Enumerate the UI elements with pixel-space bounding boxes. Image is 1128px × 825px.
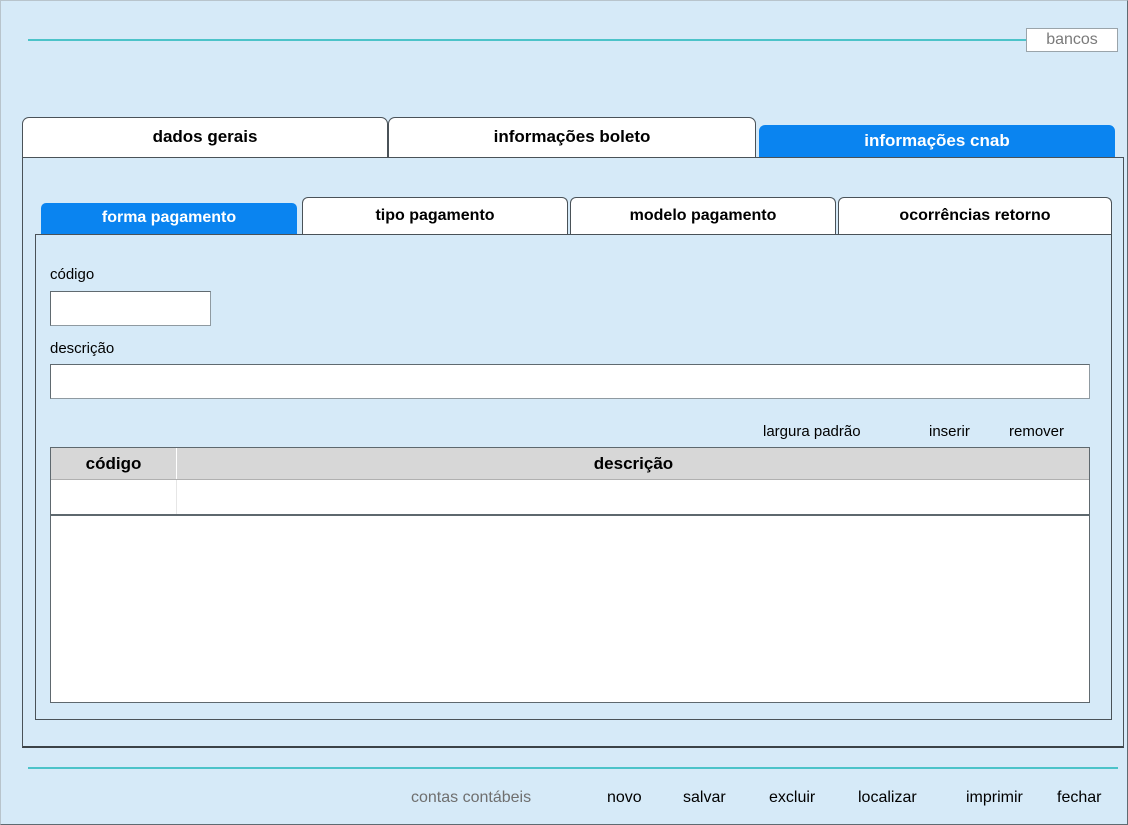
standard-width-link[interactable]: largura padrão bbox=[763, 423, 861, 440]
descricao-label: descrição bbox=[50, 340, 115, 357]
novo-button[interactable]: novo bbox=[607, 789, 642, 807]
tab-informacoes-cnab[interactable]: informações cnab bbox=[758, 124, 1116, 158]
tab-dados-gerais[interactable]: dados gerais bbox=[22, 117, 388, 158]
grid-header: código descrição bbox=[51, 448, 1089, 480]
localizar-button[interactable]: localizar bbox=[858, 789, 917, 807]
fechar-button[interactable]: fechar bbox=[1057, 789, 1101, 807]
codigo-label: código bbox=[50, 266, 95, 283]
subtab-modelo-pagamento[interactable]: modelo pagamento bbox=[570, 197, 836, 235]
tab-informacoes-boleto[interactable]: informações boleto bbox=[388, 117, 756, 158]
contas-contabeis-button[interactable]: contas contábeis bbox=[411, 789, 531, 807]
module-title-badge: bancos bbox=[1026, 28, 1118, 52]
subtab-ocorrencias-retorno[interactable]: ocorrências retorno bbox=[838, 197, 1112, 235]
remove-row-link[interactable]: remover bbox=[1009, 423, 1064, 440]
insert-row-link[interactable]: inserir bbox=[929, 423, 970, 440]
descricao-field[interactable] bbox=[50, 364, 1090, 399]
excluir-button[interactable]: excluir bbox=[769, 789, 815, 807]
column-header-descricao[interactable]: descrição bbox=[178, 448, 1089, 479]
imprimir-button[interactable]: imprimir bbox=[966, 789, 1023, 807]
codigo-field[interactable] bbox=[50, 291, 211, 326]
cell-descricao[interactable] bbox=[178, 480, 1089, 514]
subtab-forma-pagamento[interactable]: forma pagamento bbox=[40, 202, 298, 235]
salvar-button[interactable]: salvar bbox=[683, 789, 726, 807]
table-row[interactable] bbox=[51, 480, 1089, 516]
footer-divider bbox=[28, 767, 1118, 769]
cell-codigo[interactable] bbox=[51, 480, 177, 514]
title-divider bbox=[28, 39, 1026, 41]
subtab-tipo-pagamento[interactable]: tipo pagamento bbox=[302, 197, 568, 235]
column-header-codigo[interactable]: código bbox=[51, 448, 177, 479]
forma-pagamento-grid[interactable]: código descrição bbox=[50, 447, 1090, 703]
